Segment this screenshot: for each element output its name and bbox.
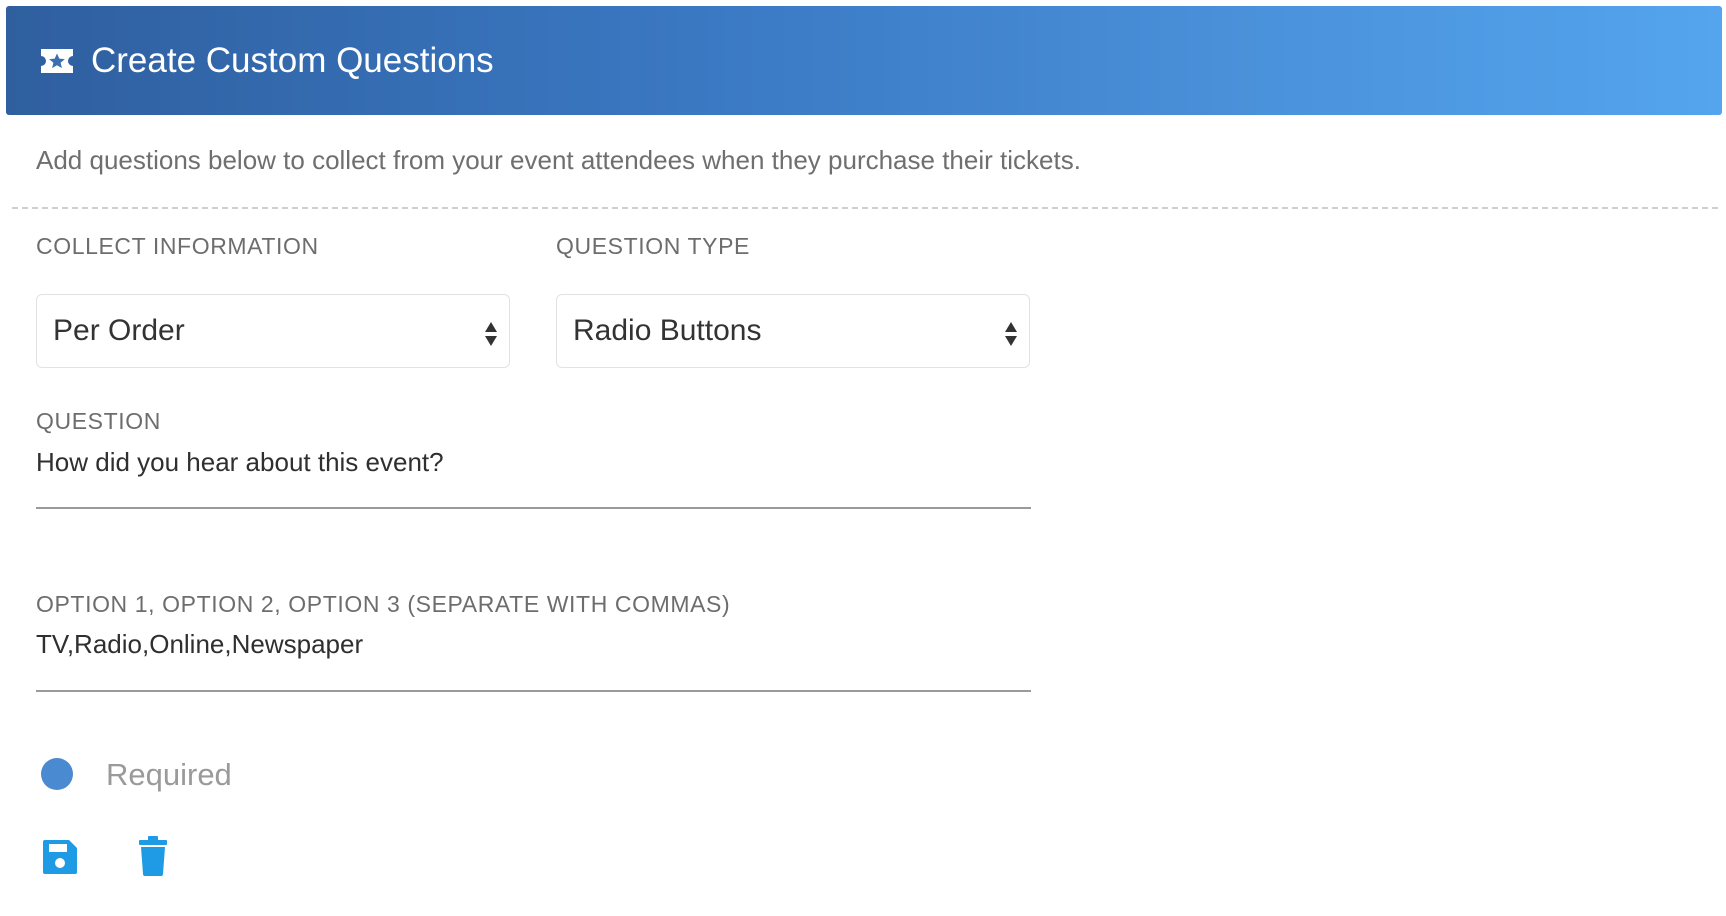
intro-text: Add questions below to collect from your…	[36, 145, 1081, 175]
delete-button[interactable]	[138, 836, 168, 881]
floppy-disk-icon	[43, 840, 77, 874]
options-label: OPTION 1, OPTION 2, OPTION 3 (SEPARATE W…	[36, 591, 731, 617]
question-input[interactable]: How did you hear about this event?	[36, 446, 444, 478]
collect-information-selected-value: Per Order	[53, 314, 185, 347]
question-input-underline	[36, 507, 1031, 509]
question-label: QUESTION	[36, 408, 161, 434]
required-toggle[interactable]	[41, 758, 73, 790]
page-header: Create Custom Questions	[6, 6, 1722, 115]
question-type-select[interactable]: Radio Buttons	[556, 294, 1030, 368]
save-button[interactable]	[41, 838, 79, 881]
select-arrows-icon	[485, 322, 497, 346]
page-title: Create Custom Questions	[91, 40, 494, 80]
options-input[interactable]: TV,Radio,Online,Newspaper	[36, 628, 363, 660]
question-type-selected-value: Radio Buttons	[573, 314, 762, 347]
section-divider	[12, 207, 1718, 209]
question-type-label: QUESTION TYPE	[556, 233, 750, 259]
ticket-star-icon	[39, 47, 75, 75]
trash-icon	[139, 836, 167, 876]
select-arrows-icon	[1005, 322, 1017, 346]
required-label: Required	[106, 757, 232, 792]
options-input-underline	[36, 690, 1031, 692]
collect-information-label: COLLECT INFORMATION	[36, 233, 319, 259]
collect-information-select[interactable]: Per Order	[36, 294, 510, 368]
